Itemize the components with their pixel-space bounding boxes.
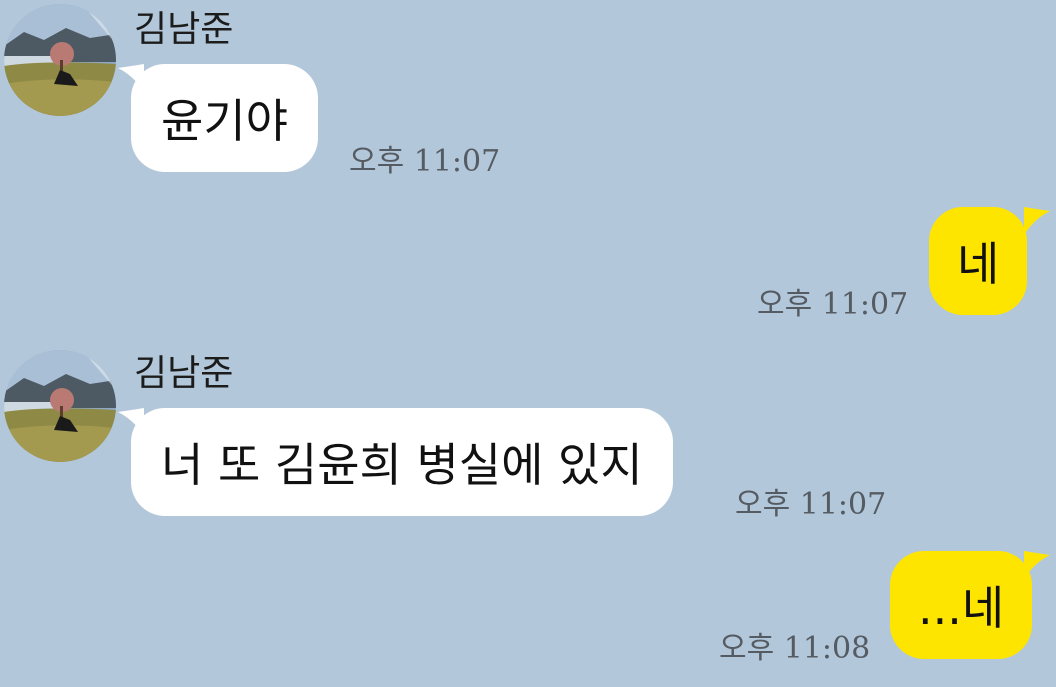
avatar-landscape-image [4, 350, 116, 462]
message-text: 너 또 김윤희 병실에 있지 [161, 438, 643, 492]
outgoing-message-bubble[interactable]: 네 [929, 207, 1028, 315]
outgoing-message-bubble[interactable]: ...네 [890, 551, 1033, 659]
message-timestamp: 오후 11:07 [735, 487, 887, 522]
message-timestamp: 오후 11:08 [719, 631, 871, 666]
message-text: ...네 [918, 581, 1005, 635]
outgoing-bubble-tail [1024, 551, 1050, 579]
sender-avatar[interactable] [4, 4, 116, 116]
message-timestamp: 오후 11:07 [349, 144, 501, 179]
message-timestamp: 오후 11:07 [757, 287, 909, 322]
chat-room: 김남준 윤기야 오후 11:07 네 오후 11:07 김남준 너 또 김윤희 [0, 0, 1056, 687]
sender-name: 김남준 [134, 9, 234, 50]
message-text: 윤기야 [161, 94, 288, 148]
outgoing-bubble-tail [1024, 207, 1050, 235]
message-text: 네 [957, 237, 1000, 291]
avatar-landscape-image [4, 4, 116, 116]
incoming-message-bubble[interactable]: 윤기야 [131, 64, 318, 172]
sender-name: 김남준 [134, 353, 234, 394]
sender-avatar[interactable] [4, 350, 116, 462]
incoming-message-bubble[interactable]: 너 또 김윤희 병실에 있지 [131, 408, 673, 516]
